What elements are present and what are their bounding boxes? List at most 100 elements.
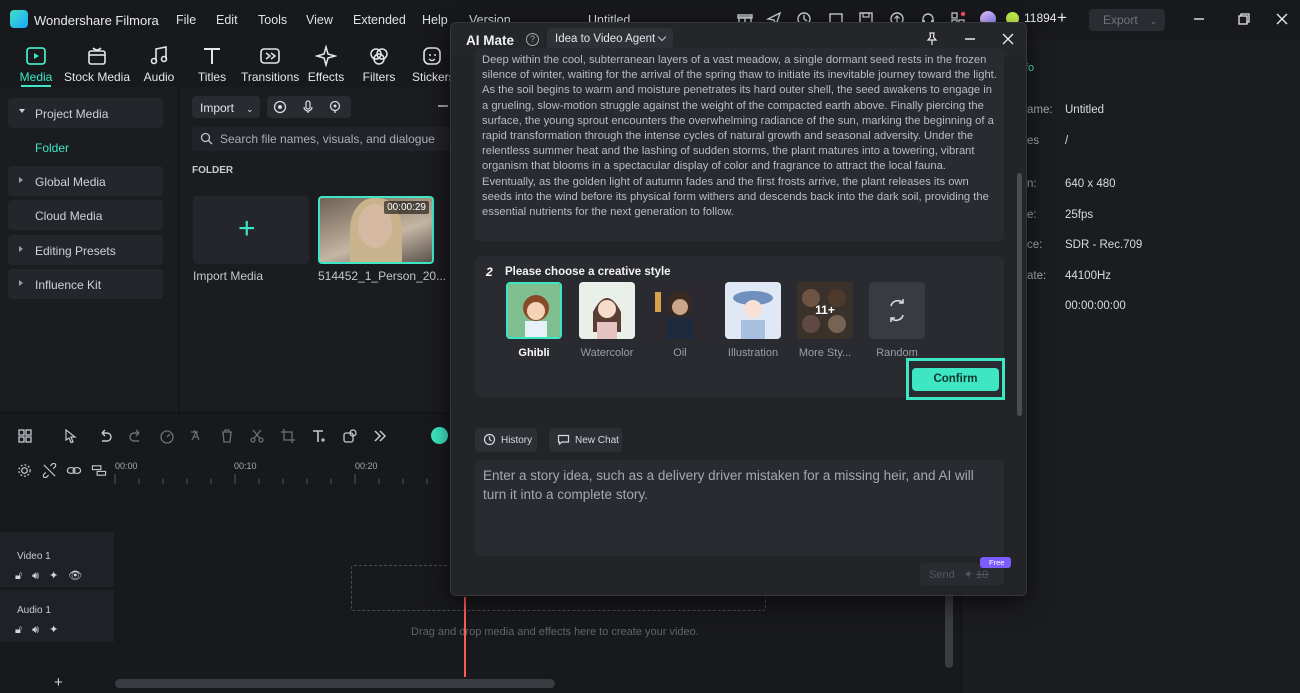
restore-icon[interactable] [1236, 11, 1252, 27]
select-arrow-icon[interactable] [63, 428, 79, 444]
crop-icon[interactable] [280, 428, 296, 444]
import-media-label: Import Media [193, 269, 264, 283]
tab-audio[interactable]: Audio [140, 39, 178, 87]
lock-icon[interactable]: 🔓︎ [15, 570, 32, 582]
track-layout-icon[interactable] [91, 463, 107, 478]
scissors-icon[interactable] [249, 428, 265, 444]
info-value-resolution: 640 x 480 [1065, 178, 1116, 190]
shape-mask-icon[interactable] [342, 428, 358, 444]
tab-audio-label: Audio [143, 70, 175, 84]
import-button[interactable]: Import ⌄ [192, 96, 260, 118]
import-media-tile[interactable]: + [193, 196, 309, 264]
eye-icon[interactable]: 👁︎ [68, 570, 92, 582]
send-cost: 10 [976, 569, 989, 581]
text-tool-icon[interactable] [311, 428, 327, 444]
ai-mate-robot-icon[interactable] [431, 427, 448, 444]
collapse-panel-icon[interactable] [436, 99, 450, 113]
oil-thumbnail-icon [652, 282, 708, 339]
sidebar-item-influence-kit[interactable]: Influence Kit [8, 269, 163, 299]
watercolor-thumbnail-icon [579, 282, 635, 339]
magic-wand-icon[interactable]: ✦ [49, 570, 68, 582]
speed-icon[interactable] [159, 428, 175, 444]
step-title: Please choose a creative style [505, 266, 671, 278]
magic-wand-icon[interactable]: ✦ [49, 624, 68, 636]
redo-icon[interactable] [128, 428, 144, 444]
menu-view[interactable]: View [306, 13, 333, 27]
menu-edit[interactable]: Edit [216, 13, 238, 27]
free-badge: Free [980, 557, 1011, 568]
info-value-color-space: SDR - Rec.709 [1065, 239, 1143, 251]
sidebar-item-cloud-media[interactable]: Cloud Media [8, 200, 163, 230]
style-option-ghibli[interactable] [506, 282, 562, 339]
add-track-icon[interactable]: + [54, 674, 63, 691]
tab-media[interactable]: Media [15, 39, 57, 87]
media-search-input[interactable]: Search file names, visuals, and dialogue [192, 127, 452, 151]
location-pin-icon[interactable] [328, 100, 342, 114]
speaker-icon[interactable]: 🔊︎ [32, 570, 49, 582]
media-clip-thumbnail[interactable]: 00:00:29 [318, 196, 434, 264]
timeline-ruler[interactable] [114, 470, 450, 484]
more-chevrons-icon[interactable] [372, 428, 388, 444]
sidebar-item-project-media[interactable]: Project Media [8, 98, 163, 128]
menu-tools[interactable]: Tools [258, 13, 287, 27]
tab-titles[interactable]: Titles [193, 39, 231, 87]
link-icon[interactable] [66, 463, 82, 478]
minimize-icon[interactable] [1191, 11, 1207, 27]
undo-icon[interactable] [97, 428, 113, 444]
sidebar-item-folder[interactable]: Folder [35, 141, 69, 155]
tab-transitions[interactable]: Transitions [241, 39, 299, 87]
tab-effects[interactable]: Effects [307, 39, 345, 87]
confirm-button[interactable]: Confirm [912, 368, 999, 391]
lock-icon[interactable]: 🔓︎ [15, 624, 32, 636]
close-icon[interactable] [1001, 32, 1015, 46]
playhead[interactable] [464, 597, 466, 677]
style-option-watercolor[interactable] [579, 282, 635, 339]
sidebar-item-label: Project Media [35, 107, 109, 121]
menu-extended[interactable]: Extended [353, 13, 406, 27]
style-option-illustration[interactable] [725, 282, 781, 339]
settings-gear-icon[interactable] [17, 463, 32, 478]
tab-stickers[interactable]: Stickers [412, 39, 455, 87]
menu-help[interactable]: Help [422, 13, 448, 27]
tab-filters[interactable]: Filters [361, 39, 397, 87]
sidebar-item-global-media[interactable]: Global Media [8, 166, 163, 196]
video-track-controls: 🔓︎🔊︎✦👁︎ [15, 569, 92, 583]
tab-stock-media[interactable]: Stock Media [63, 39, 131, 87]
delete-icon[interactable] [219, 428, 235, 444]
style-label-ghibli: Ghibli [518, 347, 550, 359]
record-screen-icon[interactable] [273, 100, 287, 114]
help-icon[interactable]: ? [526, 33, 539, 46]
agent-select[interactable]: Idea to Video Agent [547, 28, 673, 50]
ai-mate-scrollbar[interactable] [1017, 173, 1022, 416]
new-chat-button[interactable]: New Chat [549, 428, 622, 452]
history-button[interactable]: History [475, 428, 537, 452]
style-option-more-styles[interactable]: 11+ [797, 282, 853, 339]
tab-stock-media-label: Stock Media [63, 70, 131, 84]
microphone-icon[interactable] [301, 100, 315, 114]
style-option-random[interactable] [869, 282, 925, 339]
style-option-oil[interactable] [652, 282, 708, 339]
close-icon[interactable] [1274, 11, 1290, 27]
pin-icon[interactable] [925, 32, 939, 46]
sidebar-item-editing-presets[interactable]: Editing Presets [8, 235, 163, 265]
menu-file[interactable]: File [176, 13, 196, 27]
grid-layout-icon[interactable] [17, 428, 33, 444]
free-badge-label: Free [989, 558, 1005, 567]
timeline-horizontal-scrollbar[interactable] [115, 679, 555, 688]
unlink-icon[interactable] [42, 463, 57, 478]
media-toolbar: Media Stock Media Audio Titles Transitio… [0, 39, 455, 87]
style-label-more-styles: More Sty... [798, 347, 852, 359]
speaker-icon[interactable]: 🔊︎ [32, 624, 49, 636]
add-credits-icon[interactable]: + [1057, 8, 1067, 28]
filmora-logo-icon [10, 10, 28, 28]
translate-icon[interactable] [189, 428, 205, 444]
sidebar-item-label: Influence Kit [35, 278, 102, 292]
refresh-icon [890, 299, 904, 322]
history-label: History [501, 435, 533, 446]
tab-media-label: Media [19, 70, 53, 84]
minimize-icon[interactable] [963, 32, 977, 46]
illustration-thumbnail-icon [725, 282, 781, 339]
story-idea-placeholder: Enter a story idea, such as a delivery d… [483, 468, 974, 502]
send-label: Send [929, 569, 955, 581]
export-button[interactable]: Export ⌄ [1089, 9, 1165, 31]
